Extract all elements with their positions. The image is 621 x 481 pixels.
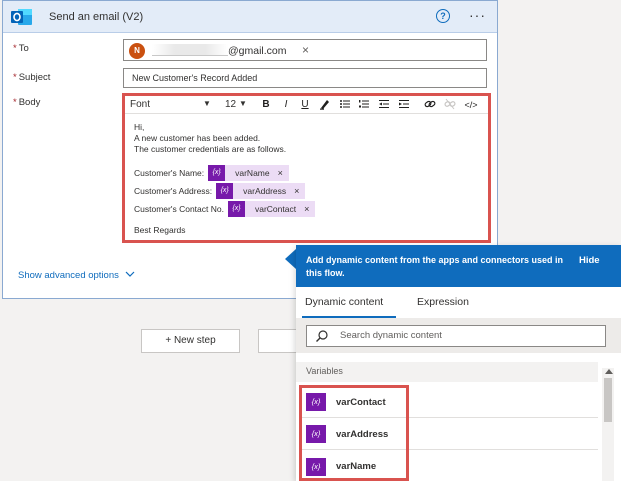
new-step-button[interactable]: + New step [141, 329, 240, 353]
save-button[interactable] [258, 329, 298, 353]
token-label: varContact [254, 203, 297, 214]
font-size-dropdown[interactable]: 12 [225, 99, 236, 110]
search-area [296, 319, 621, 353]
decrease-indent-icon[interactable] [377, 98, 391, 112]
token-label: varName [235, 167, 270, 178]
varaddress-token[interactable]: {x} varAddress × [216, 183, 306, 199]
code-view-button[interactable]: </> [461, 98, 481, 112]
action-title: Send an email (V2) [49, 11, 144, 23]
subject-field[interactable]: New Customer's Record Added [123, 68, 487, 88]
customer-name-line: Customer's Name: {x} varName × [134, 164, 479, 182]
scroll-up-icon[interactable] [605, 369, 613, 374]
closing-text: Best Regards [134, 225, 186, 235]
italic-button[interactable]: I [279, 98, 293, 112]
search-box[interactable] [306, 325, 606, 347]
flyout-header-text: Add dynamic content from the apps and co… [306, 255, 564, 278]
bold-button[interactable]: B [259, 98, 273, 112]
customer-contact-line: Customer's Contact No. {x} varContact × [134, 200, 479, 218]
subject-label: * Subject [13, 72, 51, 83]
tab-dynamic-content[interactable]: Dynamic content [305, 296, 383, 308]
scroll-thumb[interactable] [604, 378, 612, 422]
link-icon[interactable] [423, 98, 437, 112]
outlook-icon [11, 9, 32, 25]
to-field[interactable]: N @gmail.com × [123, 39, 487, 61]
more-options-icon[interactable]: ··· [469, 7, 486, 23]
font-caret-icon[interactable]: ▼ [203, 99, 211, 108]
remove-token-icon[interactable]: × [304, 204, 315, 215]
remove-token-icon[interactable]: × [278, 168, 289, 179]
editor-toolbar: Font ▼ 12 ▼ B I U </> [125, 96, 488, 114]
help-icon[interactable]: ? [436, 9, 450, 23]
email-redaction [152, 44, 228, 56]
flyout-tabs: Dynamic content Expression [296, 287, 621, 319]
search-icon [316, 330, 328, 342]
variables-section-header: Variables [296, 362, 598, 382]
flyout-scrollbar[interactable] [602, 368, 614, 481]
hide-button[interactable]: Hide [579, 254, 600, 267]
customer-address-label: Customer's Address: [134, 185, 213, 196]
tab-expression[interactable]: Expression [417, 296, 469, 308]
action-header[interactable]: Send an email (V2) ? ··· [3, 1, 497, 33]
underline-button[interactable]: U [298, 98, 312, 112]
body-line-1: A new customer has been added. [134, 133, 261, 143]
remove-recipient-icon[interactable]: × [302, 43, 309, 57]
to-label: * To [13, 43, 29, 54]
highlight-pen-icon[interactable] [318, 98, 332, 112]
active-tab-indicator [302, 316, 396, 318]
unlink-icon [443, 98, 457, 112]
varname-token[interactable]: {x} varName × [208, 165, 289, 181]
avatar: N [129, 43, 145, 59]
body-label: * Body [13, 97, 41, 108]
varcontact-token[interactable]: {x} varContact × [227, 201, 316, 217]
customer-contact-label: Customer's Contact No. [134, 203, 224, 214]
numbered-list-icon[interactable] [357, 98, 371, 112]
remove-token-icon[interactable]: × [294, 186, 305, 197]
body-editor[interactable]: Font ▼ 12 ▼ B I U </> Hi, A new customer… [122, 93, 491, 243]
variable-icon: {x} [208, 165, 226, 181]
editor-content[interactable]: Hi, A new customer has been added. The c… [125, 114, 488, 244]
customer-name-label: Customer's Name: [134, 167, 205, 178]
flyout-header: Add dynamic content from the apps and co… [296, 245, 621, 287]
show-advanced-options-link[interactable]: Show advanced options [18, 270, 135, 281]
bullet-list-icon[interactable] [338, 98, 352, 112]
flyout-pointer [285, 249, 296, 269]
variable-icon: {x} [227, 201, 245, 217]
font-dropdown[interactable]: Font [130, 99, 150, 110]
font-size-caret-icon[interactable]: ▼ [239, 99, 247, 108]
chevron-down-icon [125, 271, 134, 277]
token-label: varAddress [243, 185, 287, 196]
search-input[interactable] [340, 330, 590, 341]
variable-icon: {x} [216, 183, 234, 199]
increase-indent-icon[interactable] [397, 98, 411, 112]
body-line-2: The customer credentials are as follows. [134, 144, 287, 154]
variables-highlight-box [299, 385, 409, 481]
to-email-value: @gmail.com [228, 45, 287, 57]
greeting-text: Hi, [134, 122, 145, 132]
customer-address-line: Customer's Address: {x} varAddress × [134, 182, 479, 200]
